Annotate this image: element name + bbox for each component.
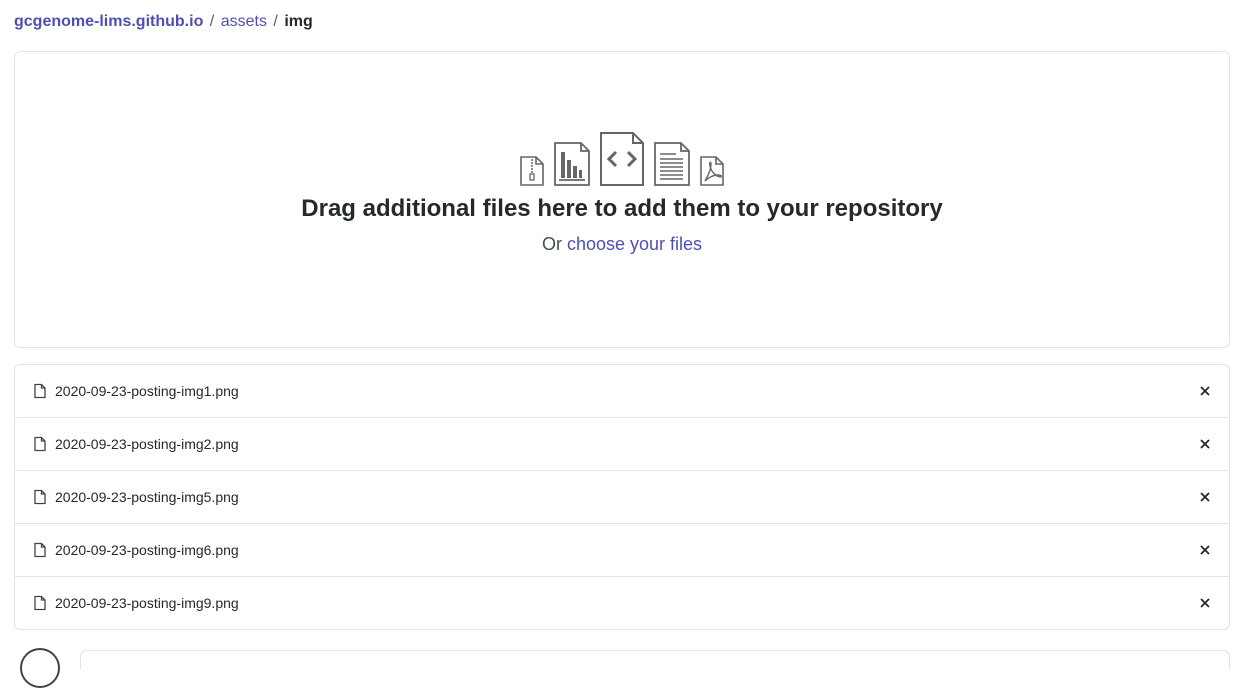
remove-file-button[interactable] xyxy=(1197,383,1213,399)
dropzone-sub-prefix: Or xyxy=(541,234,562,254)
dropzone-title: Drag additional files here to add them t… xyxy=(301,195,943,222)
file-icon xyxy=(34,383,46,399)
text-file-icon xyxy=(654,142,690,186)
close-icon xyxy=(1200,545,1210,555)
file-name: 2020-09-23-posting-img9.png xyxy=(55,595,239,611)
file-name: 2020-09-23-posting-img6.png xyxy=(55,542,239,558)
avatar xyxy=(20,648,60,688)
breadcrumb-repo-link[interactable]: gcgenome-lims.github.io xyxy=(14,13,203,30)
close-icon xyxy=(1200,439,1210,449)
file-name: 2020-09-23-posting-img1.png xyxy=(55,383,239,399)
commit-form-box xyxy=(80,650,1230,670)
chart-file-icon xyxy=(554,142,590,186)
remove-file-button[interactable] xyxy=(1197,489,1213,505)
remove-file-button[interactable] xyxy=(1197,542,1213,558)
file-name: 2020-09-23-posting-img5.png xyxy=(55,489,239,505)
choose-files-link[interactable]: choose your files xyxy=(567,234,702,254)
pdf-file-icon xyxy=(700,156,724,186)
dropzone-subtitle: Or choose your files xyxy=(15,232,1229,256)
remove-file-button[interactable] xyxy=(1197,436,1213,452)
file-icon xyxy=(34,595,46,611)
file-row: 2020-09-23-posting-img9.png xyxy=(15,576,1229,629)
breadcrumb-current: img xyxy=(284,13,313,30)
breadcrumb-separator: / xyxy=(209,13,215,30)
breadcrumb: gcgenome-lims.github.io / assets / img xyxy=(14,11,313,33)
file-name: 2020-09-23-posting-img2.png xyxy=(55,436,239,452)
uploaded-file-list: 2020-09-23-posting-img1.png 2020-09-23-p… xyxy=(14,364,1230,630)
breadcrumb-separator: / xyxy=(273,13,278,30)
file-icon xyxy=(34,542,46,558)
file-type-icons xyxy=(15,132,1229,186)
code-file-icon xyxy=(600,132,644,186)
file-row: 2020-09-23-posting-img2.png xyxy=(15,417,1229,470)
close-icon xyxy=(1200,492,1210,502)
file-row: 2020-09-23-posting-img6.png xyxy=(15,523,1229,576)
upload-dropzone[interactable]: Drag additional files here to add them t… xyxy=(14,51,1230,348)
file-row: 2020-09-23-posting-img1.png xyxy=(15,365,1229,417)
remove-file-button[interactable] xyxy=(1197,595,1213,611)
close-icon xyxy=(1200,598,1210,608)
breadcrumb-folder-link[interactable]: assets xyxy=(221,13,267,30)
close-icon xyxy=(1200,386,1210,396)
zip-file-icon xyxy=(520,156,544,186)
file-icon xyxy=(34,436,46,452)
file-icon xyxy=(34,489,46,505)
file-row: 2020-09-23-posting-img5.png xyxy=(15,470,1229,523)
